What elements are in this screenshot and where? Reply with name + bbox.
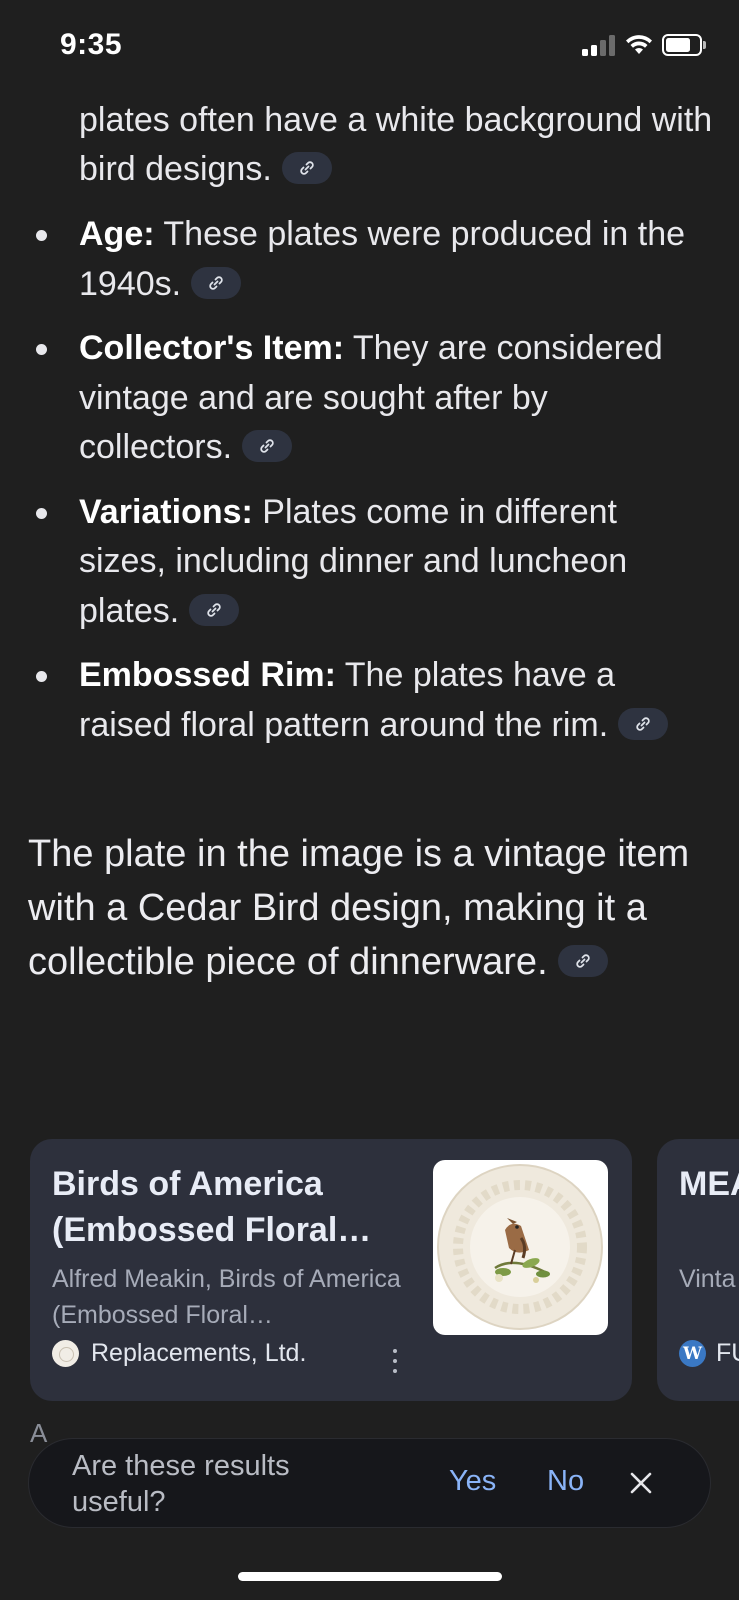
- feedback-no-button[interactable]: No: [547, 1465, 584, 1498]
- source-card-partial[interactable]: MEA AMI Vinta of Ar W FU: [657, 1139, 739, 1401]
- link-icon: [300, 161, 314, 175]
- wifi-icon: [624, 32, 654, 56]
- citation-chip[interactable]: [189, 593, 240, 626]
- bullet-variations: Variations: Plates come in different siz…: [0, 488, 739, 637]
- obscured-heading: A: [30, 1418, 48, 1448]
- bullet-age: Age: These plates were produced in the 1…: [0, 210, 739, 309]
- bullet-marker: [36, 344, 47, 355]
- link-icon: [260, 439, 274, 453]
- signal-icon: [582, 34, 618, 56]
- link-icon: [207, 602, 221, 617]
- card-source-name: Replacements, Ltd.: [91, 1338, 307, 1367]
- feedback-question: Are these results useful?: [72, 1450, 290, 1518]
- close-icon[interactable]: [625, 1467, 657, 1499]
- card-source-name: FU: [716, 1339, 739, 1367]
- card-title[interactable]: Birds of America (Embossed Floral…: [52, 1161, 412, 1253]
- card-source: W FU: [679, 1339, 739, 1368]
- battery-icon: [662, 34, 706, 56]
- search-results-page: 9:35 plates often have a white backgroun…: [0, 0, 739, 1600]
- bullet-term: Embossed Rim:: [79, 656, 336, 694]
- link-icon: [636, 716, 650, 731]
- status-bar: 9:35: [0, 0, 739, 90]
- feedback-yes-button[interactable]: Yes: [449, 1465, 496, 1498]
- citation-chip[interactable]: [557, 944, 608, 977]
- card-title[interactable]: MEA AMI: [679, 1161, 739, 1207]
- more-vert-icon[interactable]: [392, 1349, 398, 1373]
- feedback-bar: Are these results useful? Yes No: [29, 1439, 710, 1527]
- answer-continuation: plates often have a white background wit…: [79, 96, 719, 194]
- bullet-embossed-rim: Embossed Rim: The plates have a raised f…: [0, 651, 739, 750]
- card-thumbnail-plate-image[interactable]: [433, 1160, 608, 1335]
- bullet-collectors-item: Collector's Item: They are considered vi…: [0, 324, 739, 473]
- citation-chip[interactable]: [618, 707, 669, 740]
- card-subtitle: Vinta of Ar: [679, 1265, 739, 1293]
- continuation-text: plates often have a white background wit…: [79, 101, 713, 188]
- wordpress-icon: W: [679, 1340, 706, 1367]
- card-subtitle: Alfred Meakin, Birds of America (Embosse…: [52, 1265, 401, 1329]
- citation-chip[interactable]: [191, 266, 242, 299]
- source-card-carousel[interactable]: Birds of America (Embossed Floral… Alfre…: [30, 1139, 739, 1401]
- link-icon: [209, 275, 223, 290]
- bullet-marker: [36, 671, 47, 682]
- status-time: 9:35: [60, 28, 123, 61]
- card-source: Replacements, Ltd.: [52, 1337, 306, 1369]
- citation-chip[interactable]: [242, 430, 293, 463]
- answer-summary: The plate in the image is a vintage item…: [28, 827, 708, 989]
- bullet-term: Age:: [79, 215, 155, 253]
- bullet-term: Variations:: [79, 492, 253, 531]
- home-indicator[interactable]: [238, 1572, 502, 1581]
- bullet-text: These plates were produced in the 1940s.: [79, 215, 686, 303]
- bullet-marker: [36, 230, 47, 241]
- answer-bullet-list: Age: These plates were produced in the 1…: [0, 210, 739, 765]
- citation-chip[interactable]: [281, 152, 332, 185]
- bullet-term: Collector's Item:: [79, 329, 345, 367]
- bullet-marker: [36, 507, 47, 519]
- link-icon: [575, 954, 590, 968]
- source-card[interactable]: Birds of America (Embossed Floral… Alfre…: [30, 1139, 632, 1401]
- source-favicon-icon: [52, 1339, 79, 1367]
